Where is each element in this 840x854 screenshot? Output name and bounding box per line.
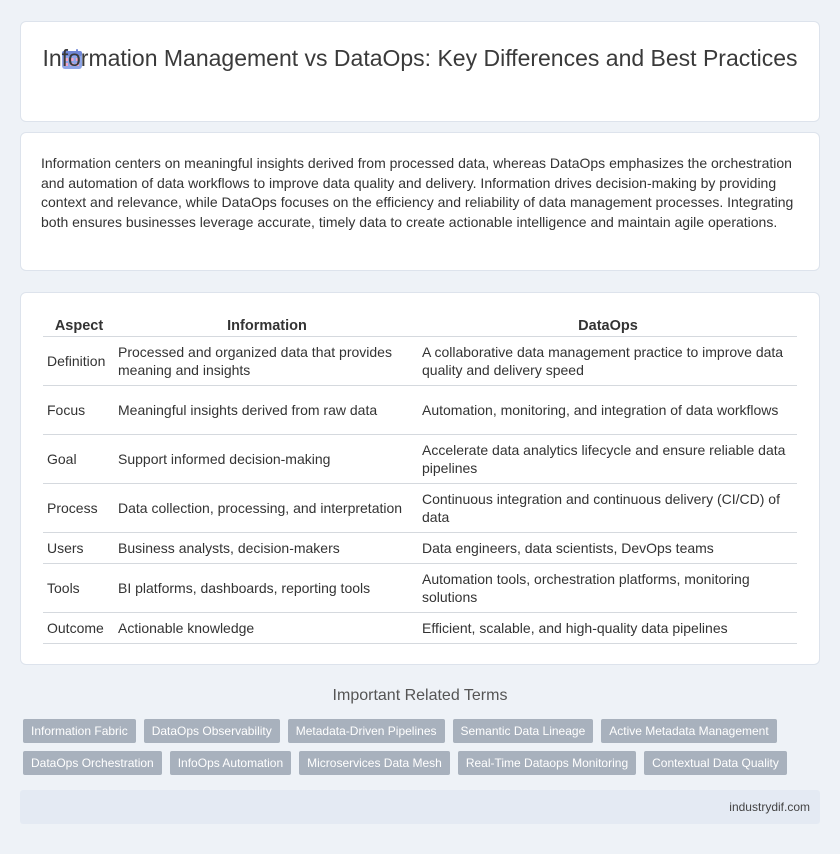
tag-information-fabric[interactable]: Information Fabric xyxy=(23,719,136,743)
tag-row: Information Fabric DataOps Observability… xyxy=(23,719,823,743)
footer: industrydif.com xyxy=(20,790,820,824)
tag-dataops-observability[interactable]: DataOps Observability xyxy=(143,719,280,743)
row-aspect: Tools xyxy=(43,563,115,613)
table-row: Definition Processed and organized data … xyxy=(43,336,797,386)
title-card: Information Management vs DataOps: Key D… xyxy=(20,21,820,122)
tag-semantic-data-lineage[interactable]: Semantic Data Lineage xyxy=(452,719,594,743)
row-dataops: Accelerate data analytics lifecycle and … xyxy=(419,434,797,484)
table-row: Users Business analysts, decision-makers… xyxy=(43,532,797,564)
column-header-information: Information xyxy=(115,311,419,337)
row-aspect: Focus xyxy=(43,385,115,435)
row-dataops: Continuous integration and continuous de… xyxy=(419,483,797,533)
row-dataops: Automation, monitoring, and integration … xyxy=(419,385,797,435)
row-information: Data collection, processing, and interpr… xyxy=(115,483,419,533)
footer-site-link[interactable]: industrydif.com xyxy=(729,800,810,814)
related-terms-heading: Important Related Terms xyxy=(332,687,508,704)
comparison-card: Aspect Information DataOps Definition Pr… xyxy=(20,292,820,665)
column-header-aspect: Aspect xyxy=(43,311,115,337)
tag-metadata-driven-pipelines[interactable]: Metadata-Driven Pipelines xyxy=(287,719,445,743)
row-aspect: Users xyxy=(43,532,115,564)
row-aspect: Process xyxy=(43,483,115,533)
tag-contextual-data-quality[interactable]: Contextual Data Quality xyxy=(644,751,787,775)
tag-row: DataOps Orchestration InfoOps Automation… xyxy=(23,751,823,775)
tag-microservices-data-mesh[interactable]: Microservices Data Mesh xyxy=(299,751,450,775)
tag-dataops-orchestration[interactable]: DataOps Orchestration xyxy=(23,751,162,775)
row-information: Actionable knowledge xyxy=(115,612,419,644)
row-dataops: Automation tools, orchestration platform… xyxy=(419,563,797,613)
intro-paragraph: Information centers on meaningful insigh… xyxy=(41,155,794,231)
row-information: Support informed decision-making xyxy=(115,434,419,484)
row-information: Processed and organized data that provid… xyxy=(115,336,419,386)
table-row: Outcome Actionable knowledge Efficient, … xyxy=(43,612,797,644)
row-information: Business analysts, decision-makers xyxy=(115,532,419,564)
table-row: Goal Support informed decision-making Ac… xyxy=(43,434,797,484)
row-aspect: Outcome xyxy=(43,612,115,644)
row-information: BI platforms, dashboards, reporting tool… xyxy=(115,563,419,613)
comparison-table: Aspect Information DataOps Definition Pr… xyxy=(43,311,797,644)
tag-real-time-dataops-monitoring[interactable]: Real-Time Dataops Monitoring xyxy=(457,751,637,775)
row-dataops: A collaborative data management practice… xyxy=(419,336,797,386)
column-header-dataops: DataOps xyxy=(419,311,797,337)
table-row: Focus Meaningful insights derived from r… xyxy=(43,385,797,435)
row-dataops: Data engineers, data scientists, DevOps … xyxy=(419,532,797,564)
intro-card: Information centers on meaningful insigh… xyxy=(20,132,820,271)
table-row: Process Data collection, processing, and… xyxy=(43,483,797,533)
table-header-row: Aspect Information DataOps xyxy=(43,311,797,337)
tag-active-metadata-management[interactable]: Active Metadata Management xyxy=(601,719,777,743)
table-row: Tools BI platforms, dashboards, reportin… xyxy=(43,563,797,613)
row-information: Meaningful insights derived from raw dat… xyxy=(115,385,419,435)
related-terms-tags: Information Fabric DataOps Observability… xyxy=(23,719,823,783)
page-title: Information Management vs DataOps: Key D… xyxy=(42,45,798,71)
row-dataops: Efficient, scalable, and high-quality da… xyxy=(419,612,797,644)
row-aspect: Definition xyxy=(43,336,115,386)
row-aspect: Goal xyxy=(43,434,115,484)
tag-infoops-automation[interactable]: InfoOps Automation xyxy=(169,751,292,775)
